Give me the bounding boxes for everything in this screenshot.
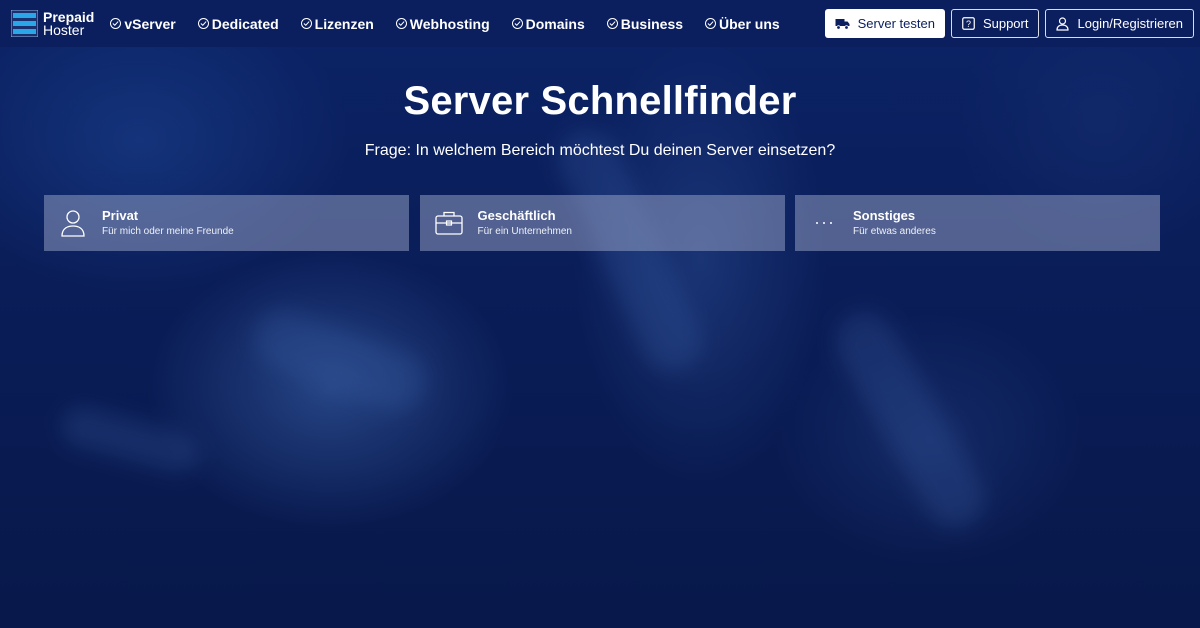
option-privat[interactable]: Privat Für mich oder meine Freunde [44, 195, 409, 251]
question-text: Frage: In welchem Bereich möchtest Du de… [364, 142, 836, 159]
nav-item-ueber-uns[interactable]: Über uns [705, 16, 780, 32]
option-description: Für mich oder meine Freunde [102, 225, 234, 237]
server-logo-icon [11, 10, 38, 37]
server-testen-label: Server testen [857, 16, 935, 31]
svg-text:?: ? [966, 19, 971, 29]
nav-item-label: Domains [525, 15, 585, 32]
user-icon [1056, 16, 1070, 31]
option-text: Privat Für mich oder meine Freunde [102, 208, 234, 239]
option-list: Privat Für mich oder meine Freunde Gesch… [44, 195, 1160, 251]
nav-item-label: vServer [124, 15, 176, 32]
option-description: Für etwas anderes [853, 225, 936, 237]
nav-item-domains[interactable]: Domains [511, 15, 585, 32]
page-title: Server Schnellfinder [403, 79, 797, 123]
nav-item-label: Über uns [719, 15, 780, 32]
support-button[interactable]: ? Support [950, 9, 1040, 38]
nav-item-lizenzen[interactable]: Lizenzen [300, 15, 374, 32]
nav-item-vserver[interactable]: vServer [110, 15, 176, 32]
truck-icon [835, 18, 850, 30]
option-geschaeftlich[interactable]: Geschäftlich Für ein Unternehmen [419, 195, 785, 251]
nav-item-business[interactable]: Business [606, 15, 684, 32]
option-text: Sonstiges Für etwas anderes [853, 208, 936, 239]
option-sonstiges[interactable]: Sonstiges Für etwas anderes [795, 195, 1160, 251]
check-circle-icon [606, 18, 618, 29]
check-circle-icon [395, 18, 407, 29]
brand-line2: Hoster [43, 21, 85, 38]
login-button[interactable]: Login/Registrieren [1045, 9, 1194, 38]
question-icon: ? [962, 17, 975, 30]
more-icon [795, 220, 853, 226]
top-navbar: Prepaid Hoster vServer Dedicated Lizenze… [0, 0, 1200, 47]
check-circle-icon [511, 18, 523, 29]
check-circle-icon [110, 18, 122, 29]
support-label: Support [982, 16, 1029, 31]
main-nav: vServer Dedicated Lizenzen Webhosting Do… [110, 16, 801, 32]
brand-wordmark: Prepaid Hoster [43, 10, 94, 38]
check-circle-icon [705, 18, 717, 29]
option-description: Für ein Unternehmen [477, 225, 573, 237]
nav-item-label: Dedicated [211, 15, 279, 32]
header-actions: Server testen ? Support Login/Registrier… [819, 9, 1194, 38]
option-text: Geschäftlich Für ein Unternehmen [478, 208, 573, 239]
option-title: Geschäftlich [477, 207, 556, 223]
nav-item-label: Webhosting [409, 15, 490, 32]
nav-item-dedicated[interactable]: Dedicated [197, 15, 279, 32]
nav-item-webhosting[interactable]: Webhosting [395, 15, 490, 32]
option-title: Sonstiges [853, 207, 916, 223]
nav-item-label: Lizenzen [314, 15, 374, 32]
login-label: Login/Registrieren [1077, 16, 1183, 31]
option-title: Privat [102, 207, 139, 223]
check-circle-icon [300, 18, 312, 29]
briefcase-icon [420, 210, 478, 236]
brand-logo[interactable]: Prepaid Hoster [11, 0, 94, 47]
user-icon [44, 209, 102, 237]
server-testen-button[interactable]: Server testen [824, 9, 945, 38]
check-circle-icon [197, 18, 209, 29]
nav-item-label: Business [620, 15, 684, 32]
